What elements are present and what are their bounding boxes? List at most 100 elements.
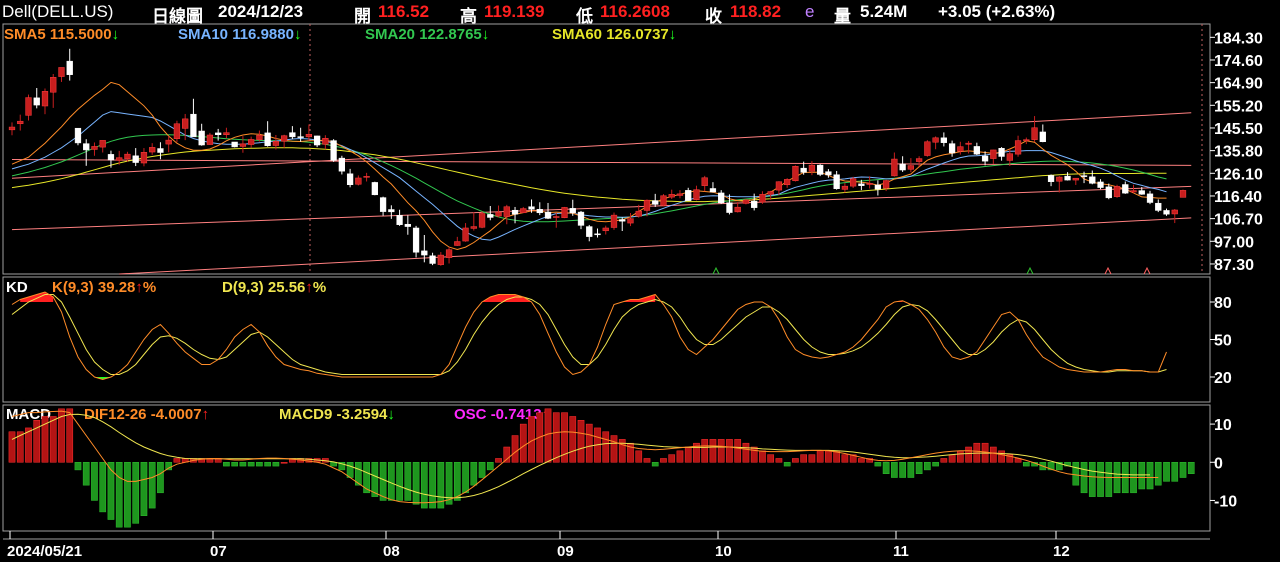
candle-body [83,143,90,151]
candle-body [511,209,519,215]
osc-bar [1179,462,1187,478]
candle-body [1031,127,1038,140]
osc-bar [726,439,733,463]
candle-body [817,164,824,175]
candle-body [800,167,807,173]
osc-bar [858,458,865,463]
osc-bar [750,446,758,463]
candle-body [289,132,296,138]
osc-bar [668,454,676,463]
candle-body [33,97,40,106]
kd-tick-label: 20 [1214,370,1232,387]
candle-body [957,146,964,152]
candle-body [569,208,576,214]
osc-bar [429,462,436,509]
event-marker-icon [1026,266,1034,275]
candle-body [198,130,205,146]
osc-bar [8,431,16,463]
candle-body [478,213,486,228]
x-tick-label: 08 [383,543,400,560]
candle-body [1138,190,1145,195]
osc-bar [115,462,123,528]
osc-bar [734,439,742,463]
candle-body [619,219,626,222]
candle-body [17,120,24,125]
candle-body [1105,186,1112,199]
osc-bar [280,462,288,464]
osc-bar [924,462,931,471]
event-marker-icon [1143,266,1151,275]
kd-tick-label: 50 [1214,333,1232,350]
candle-body [726,202,733,213]
candle-body [297,136,304,138]
osc-bar [223,462,230,467]
osc-bar [602,431,610,463]
osc-bar [585,423,593,463]
kd-overbought-fill [482,294,532,302]
osc-bar [1163,462,1170,482]
candle-body [248,139,255,145]
osc-bar [66,408,74,463]
kd-tick-label: 80 [1214,295,1232,312]
candle-body [462,227,469,242]
osc-bar [99,462,107,513]
osc-bar [519,423,527,463]
candle-body [454,241,461,246]
candle-body [882,180,890,189]
candle-body [998,148,1005,157]
osc-bar [932,462,939,467]
candle-body [891,158,898,177]
candle-body [709,188,717,193]
candle-body [445,249,453,258]
stock-chart-svg[interactable]: 184.30 174.60 164.90 155.20 145.50 135.80 126.… [0,0,1280,562]
osc-bar [272,462,280,467]
osc-bar [387,462,395,501]
osc-bar [701,439,709,463]
osc-bar [808,454,816,463]
candle-body [1130,190,1137,193]
candle-body [825,171,832,176]
candle-body [850,178,857,187]
candle-body [915,158,923,162]
candle-body [1155,202,1162,211]
osc-bar [462,462,469,494]
osc-bar [742,442,750,463]
candle-body [173,123,181,139]
candle-body [833,174,840,189]
candle-body [610,214,618,228]
candle-body [899,163,906,171]
candle-body [363,176,370,178]
candle-body [124,153,131,160]
osc-bar [552,412,560,463]
x-tick-label: 10 [715,543,732,560]
candle-body [635,210,642,217]
osc-bar [346,462,354,478]
osc-bar [874,462,882,467]
osc-bar [965,446,972,463]
trendline [119,217,1192,275]
osc-bar [998,450,1005,463]
candle-body [594,233,601,236]
osc-bar [577,420,585,463]
candle-body [322,138,329,145]
osc-bar [396,462,403,501]
y-tick-label: 116.40 [1214,189,1262,206]
osc-bar [660,458,667,463]
event-marker-icon [1104,266,1112,275]
osc-bar [470,462,478,486]
osc-bar [148,462,156,509]
osc-bar [709,439,717,463]
osc-bar [453,462,461,501]
osc-bar [1072,462,1080,486]
candle-body [792,166,799,182]
osc-bar [132,462,140,524]
osc-bar [173,458,181,463]
candle-body [990,149,997,159]
candle-body [223,132,230,135]
osc-bar [800,454,808,463]
candle-body [1072,177,1079,181]
candle-body [256,134,263,140]
candle-body [577,211,585,226]
candle-body [25,97,32,116]
candle-body [693,189,700,200]
